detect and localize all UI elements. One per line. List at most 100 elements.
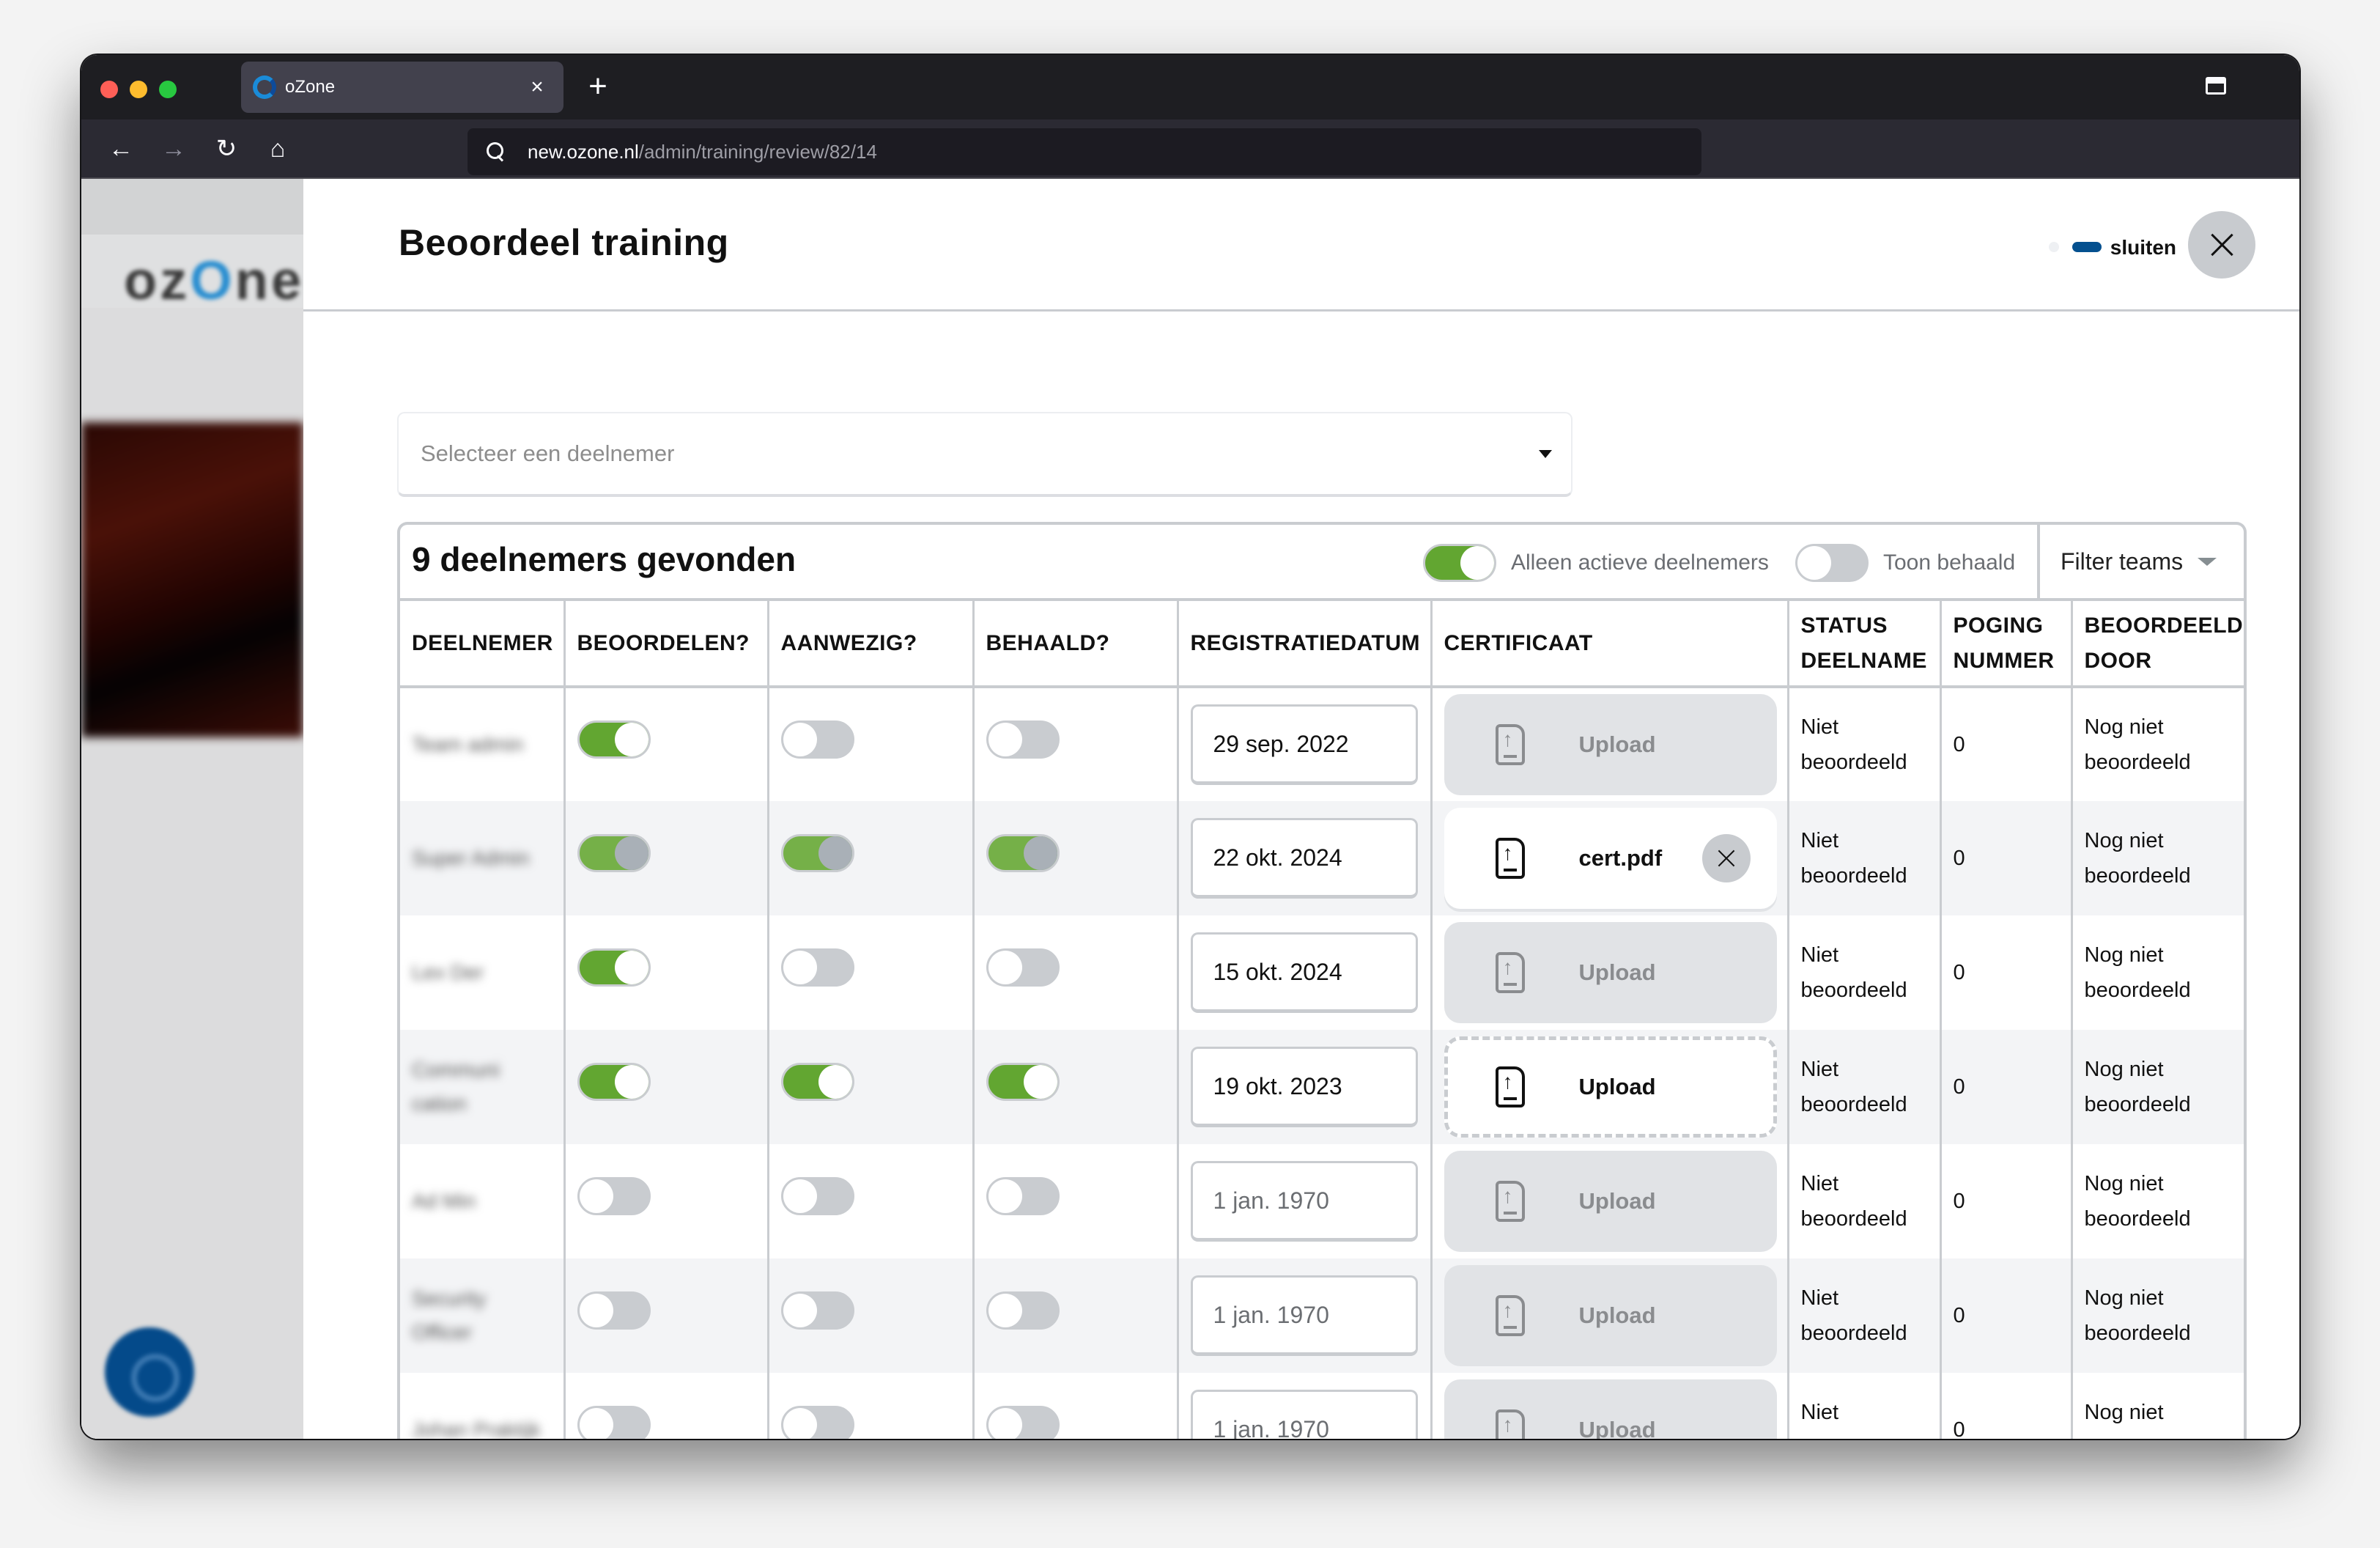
passed-toggle[interactable] xyxy=(986,720,1060,759)
active-only-toggle[interactable] xyxy=(1423,544,1496,582)
certificate-upload[interactable]: Upload xyxy=(1444,1265,1777,1366)
present-cell xyxy=(768,687,975,801)
registration-date-input[interactable]: 22 okt. 2024 xyxy=(1190,818,1418,899)
certificate-upload[interactable]: cert.pdf xyxy=(1444,808,1777,909)
passed-toggle[interactable] xyxy=(986,1176,1060,1215)
registration-date-input[interactable]: 15 okt. 2024 xyxy=(1190,932,1418,1013)
forward-arrow-icon[interactable]: → xyxy=(159,134,188,163)
certificate-upload[interactable]: Upload xyxy=(1444,1036,1777,1138)
participant-cell: Johan Praktijk xyxy=(400,1373,566,1439)
attempt-number: 0 xyxy=(1953,847,1965,870)
maximize-window-button[interactable] xyxy=(159,81,177,98)
step-dot-2-active[interactable] xyxy=(2072,242,2102,252)
new-tab-button[interactable]: + xyxy=(580,68,616,105)
assess-toggle[interactable] xyxy=(577,948,651,987)
ozone-logo[interactable]: ozOne xyxy=(124,249,303,312)
remove-certificate-icon[interactable] xyxy=(1701,834,1751,882)
assessed-by: Nog niet beoordeeld xyxy=(2084,943,2191,1002)
passed-toggle[interactable] xyxy=(986,948,1060,987)
back-arrow-icon[interactable]: ← xyxy=(106,134,136,163)
minimize-window-button[interactable] xyxy=(130,81,147,98)
attempt-number: 0 xyxy=(1953,733,1965,756)
column-header-participant[interactable]: DEELNEMER xyxy=(400,601,566,688)
page-title: Beoordeel training xyxy=(399,222,729,263)
participant-name[interactable]: Ad Min xyxy=(412,1184,476,1218)
assess-toggle[interactable] xyxy=(577,1291,651,1330)
certificate-upload[interactable]: Upload xyxy=(1444,1379,1777,1439)
participants-card: 9 deelnemers gevonden Alleen actieve dee… xyxy=(397,522,2247,1439)
column-header-registration-date[interactable]: REGISTRATIEDATUM xyxy=(1178,601,1433,688)
assess-toggle[interactable] xyxy=(577,1062,651,1101)
registration-date-input[interactable]: 1 jan. 1970 xyxy=(1190,1161,1418,1242)
participant-name[interactable]: Security Officer xyxy=(412,1282,544,1349)
column-header-attempt[interactable]: POGING NUMMER xyxy=(1940,601,2073,688)
sidebar-banner-image xyxy=(81,422,303,737)
present-toggle[interactable] xyxy=(780,1405,854,1439)
assess-cell xyxy=(564,1144,769,1258)
present-toggle[interactable] xyxy=(780,720,854,759)
active-only-label: Alleen actieve deelnemers xyxy=(1511,550,1769,575)
show-passed-toggle[interactable] xyxy=(1795,544,1869,582)
status-cell: Niet beoordeeld xyxy=(1788,1373,1942,1439)
registration-date-input[interactable]: 1 jan. 1970 xyxy=(1190,1275,1418,1356)
logo-mark: O xyxy=(190,250,235,311)
close-window-button[interactable] xyxy=(100,81,118,98)
assess-toggle[interactable] xyxy=(577,833,651,872)
close-label[interactable]: sluiten xyxy=(2110,236,2176,259)
date-cell: 15 okt. 2024 xyxy=(1178,915,1433,1030)
date-cell: 29 sep. 2022 xyxy=(1178,687,1433,801)
browser-tab[interactable]: oZone × xyxy=(241,62,563,113)
tab-title: oZone xyxy=(285,77,336,97)
present-toggle[interactable] xyxy=(780,948,854,987)
passed-toggle[interactable] xyxy=(986,833,1060,872)
assess-toggle[interactable] xyxy=(577,720,651,759)
column-header-status[interactable]: STATUS DEELNAME xyxy=(1788,601,1942,688)
tab-close-icon[interactable]: × xyxy=(522,75,552,100)
close-icon[interactable] xyxy=(2188,211,2255,279)
home-icon[interactable]: ⌂ xyxy=(263,134,292,163)
passed-toggle[interactable] xyxy=(986,1405,1060,1439)
present-toggle[interactable] xyxy=(780,1176,854,1215)
present-toggle[interactable] xyxy=(780,1291,854,1330)
passed-toggle[interactable] xyxy=(986,1062,1060,1101)
attempt-number: 0 xyxy=(1953,1304,1965,1327)
participant-name[interactable]: Super Admin xyxy=(412,841,529,875)
assessed-by: Nog niet beoordeeld xyxy=(2084,1401,2191,1439)
column-header-assessed-by[interactable]: BEOORDEELD DOOR xyxy=(2072,601,2244,688)
participant-name[interactable]: Johan Praktijk xyxy=(412,1413,541,1439)
status-cell: Niet beoordeeld xyxy=(1788,687,1942,801)
registration-date-input[interactable]: 1 jan. 1970 xyxy=(1190,1390,1418,1439)
url-host: new.ozone.nl xyxy=(528,140,639,163)
passed-toggle[interactable] xyxy=(986,1291,1060,1330)
column-header-assess[interactable]: BEOORDELEN? xyxy=(564,601,769,688)
passed-cell xyxy=(973,1373,1179,1439)
participant-name[interactable]: Communi cation xyxy=(412,1053,544,1121)
date-cell: 1 jan. 1970 xyxy=(1178,1258,1433,1373)
window-list-icon[interactable] xyxy=(2206,77,2226,95)
present-toggle[interactable] xyxy=(780,1062,854,1101)
assess-toggle[interactable] xyxy=(577,1176,651,1215)
assess-toggle[interactable] xyxy=(577,1405,651,1439)
certificate-label: Upload xyxy=(1578,1417,1656,1439)
registration-date-input[interactable]: 19 okt. 2023 xyxy=(1190,1047,1418,1127)
column-header-present[interactable]: AANWEZIG? xyxy=(768,601,975,688)
participant-name[interactable]: Team admin xyxy=(412,728,524,762)
certificate-upload[interactable]: Upload xyxy=(1444,694,1777,795)
support-fab-button[interactable] xyxy=(105,1327,194,1417)
participant-select[interactable]: Selecteer een deelnemer xyxy=(397,412,1572,497)
table-row: Super Admin 22 okt. 2024 cert.pdf Niet b… xyxy=(400,801,2244,915)
address-bar[interactable]: new.ozone.nl/admin/training/review/82/14 xyxy=(468,128,1701,175)
participant-name[interactable]: Lex Der xyxy=(412,956,484,989)
reload-icon[interactable]: ↻ xyxy=(212,134,241,163)
present-toggle[interactable] xyxy=(780,833,854,872)
filter-teams-dropdown[interactable]: Filter teams xyxy=(2037,525,2244,598)
column-header-certificate[interactable]: CERTIFICAAT xyxy=(1431,601,1789,688)
attempt-number: 0 xyxy=(1953,961,1965,984)
assessed-by: Nog niet beoordeeld xyxy=(2084,829,2191,888)
certificate-upload[interactable]: Upload xyxy=(1444,922,1777,1023)
column-header-passed[interactable]: BEHAALD? xyxy=(973,601,1179,688)
certificate-upload[interactable]: Upload xyxy=(1444,1151,1777,1252)
step-dot-1[interactable] xyxy=(2049,242,2059,252)
registration-date-input[interactable]: 29 sep. 2022 xyxy=(1190,704,1418,785)
sidebar-top-band xyxy=(81,179,303,235)
